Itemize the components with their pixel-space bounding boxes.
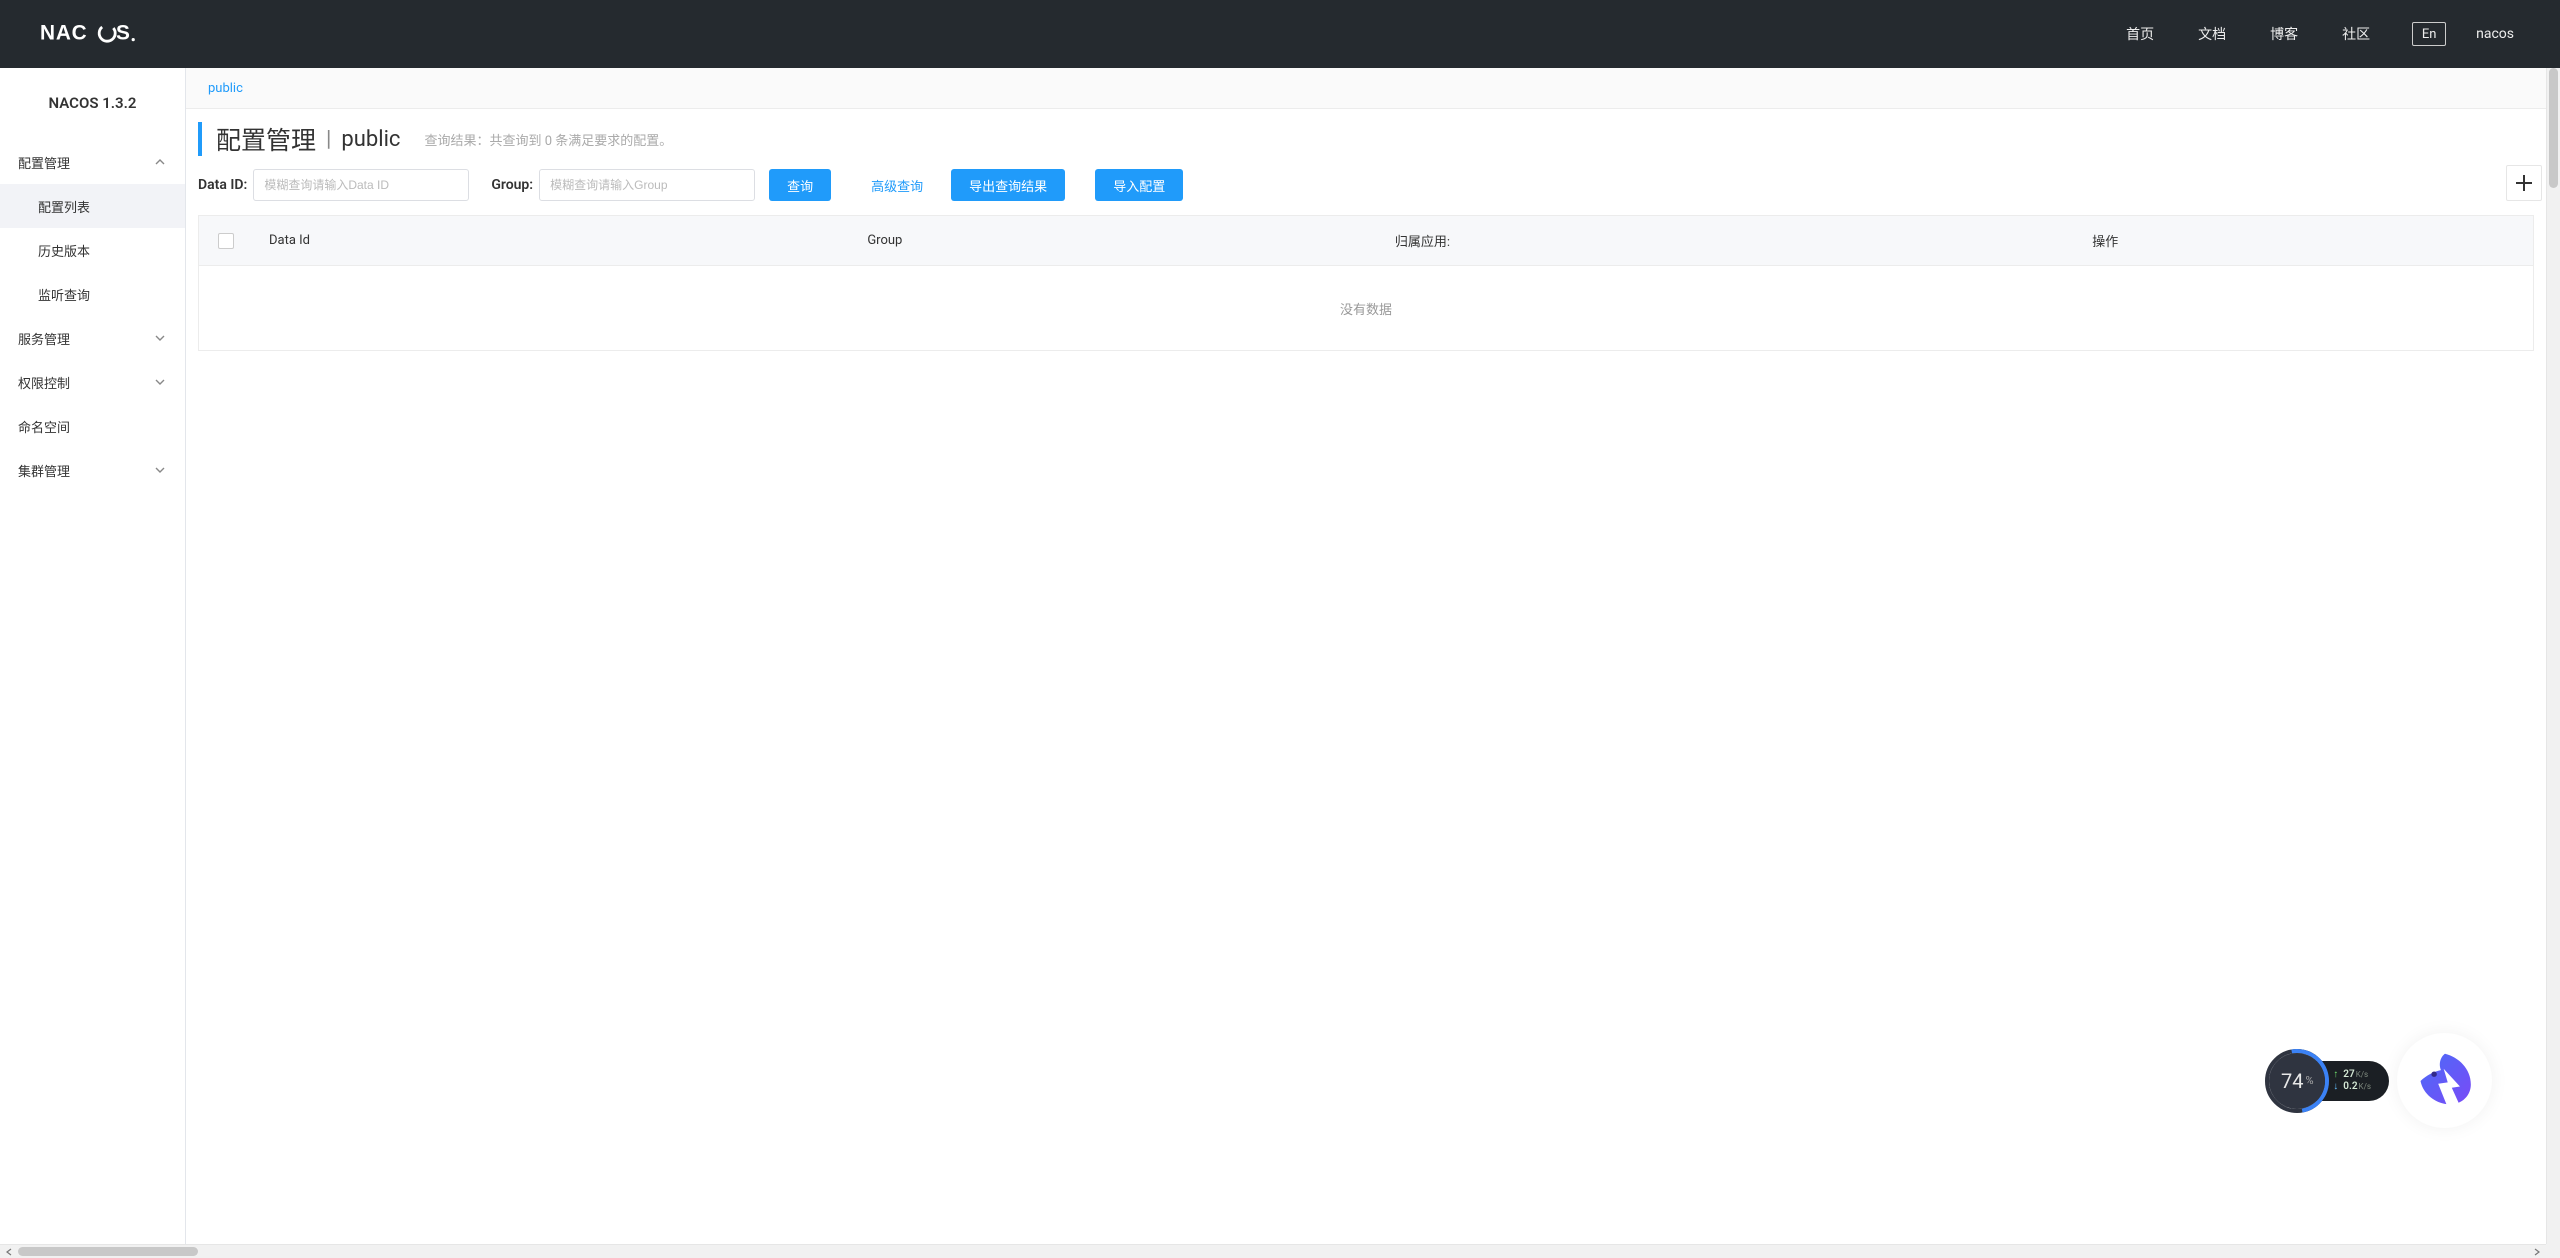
page-heading: 配置管理 | public 查询结果：共查询到 0 条满足要求的配置。: [186, 109, 2546, 165]
col-checkbox: [199, 216, 253, 265]
sidebar: NACOS 1.3.2 配置管理 配置列表 历史版本 监听查询 服务管理 权限控…: [0, 68, 186, 1244]
import-button[interactable]: 导入配置: [1095, 169, 1183, 201]
menu-label: 配置管理: [18, 153, 70, 172]
table-header: Data Id Group 归属应用: 操作: [199, 216, 2533, 266]
svg-text:S: S: [116, 22, 130, 45]
sidebar-title: NACOS 1.3.2: [0, 68, 185, 140]
add-config-button[interactable]: [2506, 165, 2542, 201]
menu-namespace[interactable]: 命名空间: [0, 404, 185, 448]
group-input[interactable]: [539, 169, 755, 201]
advanced-search-link[interactable]: 高级查询: [871, 176, 923, 195]
menu-label: 命名空间: [18, 417, 70, 436]
h-scroll-track[interactable]: [18, 1245, 2528, 1258]
scroll-right-arrow[interactable]: [2528, 1245, 2546, 1258]
chevron-down-icon: [153, 331, 167, 345]
lang-toggle[interactable]: En: [2412, 22, 2446, 46]
horizontal-scrollbar[interactable]: [0, 1244, 2546, 1258]
dataid-label: Data ID:: [198, 177, 247, 193]
page-title: 配置管理: [216, 121, 316, 157]
main-content: public 配置管理 | public 查询结果：共查询到 0 条满足要求的配…: [186, 68, 2546, 1244]
col-app: 归属应用:: [1379, 216, 2076, 265]
search-bar: Data ID: Group: 查询 高级查询 导出查询结果 导入配置: [186, 165, 2546, 215]
menu-auth[interactable]: 权限控制: [0, 360, 185, 404]
select-all-checkbox[interactable]: [218, 233, 234, 249]
chevron-down-icon: [153, 375, 167, 389]
plus-icon: [2513, 172, 2535, 194]
nav-home[interactable]: 首页: [2104, 24, 2176, 44]
menu-config-mgmt[interactable]: 配置管理: [0, 140, 185, 184]
chevron-up-icon: [153, 155, 167, 169]
table-empty: 没有数据: [199, 266, 2533, 350]
menu-listener[interactable]: 监听查询: [0, 272, 185, 316]
top-header: NAC S 首页 文档 博客 社区 En nacos: [0, 0, 2560, 68]
result-summary: 查询结果：共查询到 0 条满足要求的配置。: [424, 130, 672, 149]
menu-config-list[interactable]: 配置列表: [0, 184, 185, 228]
menu-cluster[interactable]: 集群管理: [0, 448, 185, 492]
dataid-input[interactable]: [253, 169, 469, 201]
query-button[interactable]: 查询: [769, 169, 831, 201]
export-button[interactable]: 导出查询结果: [951, 169, 1065, 201]
v-scroll-thumb[interactable]: [2549, 68, 2558, 188]
vertical-scrollbar[interactable]: [2546, 68, 2560, 1244]
chevron-down-icon: [153, 463, 167, 477]
brand-logo[interactable]: NAC S: [40, 21, 136, 47]
menu-label: 服务管理: [18, 329, 70, 348]
user-menu[interactable]: nacos: [2466, 26, 2520, 42]
h-scroll-thumb[interactable]: [18, 1247, 198, 1256]
config-table: Data Id Group 归属应用: 操作 没有数据: [198, 215, 2534, 351]
namespace-tab-public[interactable]: public: [198, 81, 253, 96]
col-group: Group: [851, 216, 1379, 265]
group-label: Group:: [491, 177, 533, 193]
col-dataid: Data Id: [253, 216, 851, 265]
menu-history[interactable]: 历史版本: [0, 228, 185, 272]
nav-community[interactable]: 社区: [2320, 24, 2392, 44]
menu-label: 权限控制: [18, 373, 70, 392]
scroll-corner: [2546, 1244, 2560, 1258]
nav-blog[interactable]: 博客: [2248, 24, 2320, 44]
accent-bar: [198, 122, 202, 156]
title-separator: |: [326, 127, 331, 152]
namespace-tabs: public: [186, 68, 2546, 109]
nav-docs[interactable]: 文档: [2176, 24, 2248, 44]
col-op: 操作: [2076, 216, 2533, 265]
menu-service-mgmt[interactable]: 服务管理: [0, 316, 185, 360]
scroll-left-arrow[interactable]: [0, 1245, 18, 1258]
menu-label: 集群管理: [18, 461, 70, 480]
page-namespace: public: [341, 127, 400, 152]
svg-text:NAC: NAC: [40, 22, 87, 45]
